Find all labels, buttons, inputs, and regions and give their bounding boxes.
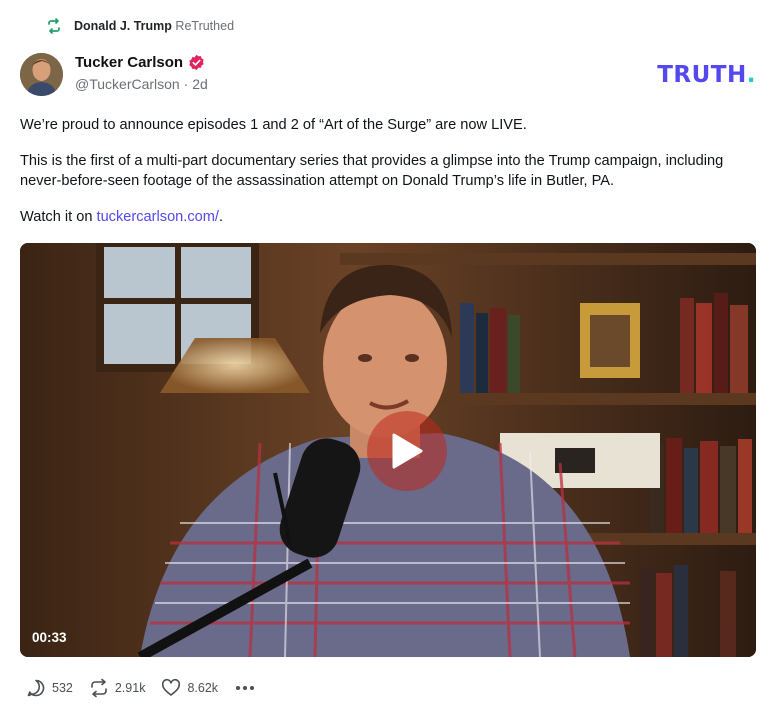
meta-separator: · bbox=[179, 76, 193, 92]
retruth-header: Donald J. Trump ReTruthed bbox=[46, 18, 234, 34]
retruth-action-icon bbox=[91, 678, 107, 698]
post-content: We’re proud to announce episodes 1 and 2… bbox=[20, 115, 760, 242]
author-name[interactable]: Tucker Carlson bbox=[75, 54, 183, 71]
truth-logo[interactable]: TRUTH. bbox=[657, 62, 756, 88]
retruth-icon bbox=[48, 18, 60, 34]
post-paragraph-2: This is the first of a multi-part docume… bbox=[20, 152, 724, 190]
like-count: 8.62k bbox=[187, 681, 219, 695]
post-author: Tucker Carlson @TuckerCarlson · 2d bbox=[75, 54, 208, 92]
more-icon bbox=[236, 686, 255, 690]
heart-icon bbox=[162, 678, 181, 696]
play-icon bbox=[392, 433, 423, 469]
retruth-label: ReTruthed bbox=[175, 19, 235, 33]
avatar[interactable] bbox=[20, 53, 63, 96]
truth-logo-dot: . bbox=[746, 62, 756, 88]
truth-logo-word: TRUTH bbox=[657, 62, 747, 88]
author-handle[interactable]: @TuckerCarlson bbox=[75, 76, 180, 92]
like-button[interactable]: 8.62k bbox=[161, 678, 218, 698]
retruth-button[interactable]: 2.91k bbox=[89, 678, 146, 698]
more-options-button[interactable] bbox=[234, 678, 256, 698]
retruth-count: 2.91k bbox=[114, 681, 146, 695]
tuckercarlson-link[interactable]: tuckercarlson.com/ bbox=[97, 209, 219, 225]
post-paragraph-1: We’re proud to announce episodes 1 and 2… bbox=[20, 117, 527, 133]
video-player[interactable]: 00:33 bbox=[20, 243, 756, 657]
video-duration: 00:33 bbox=[32, 630, 67, 645]
post-actions: 532 2.91k 8.62k bbox=[26, 678, 256, 698]
author-meta: @TuckerCarlson · 2d bbox=[75, 76, 208, 92]
reply-icon bbox=[27, 679, 45, 697]
retruth-user-link[interactable]: Donald J. Trump bbox=[74, 19, 172, 33]
reply-button[interactable]: 532 bbox=[26, 678, 73, 698]
play-button[interactable] bbox=[367, 411, 447, 491]
post-paragraph-3: Watch it on tuckercarlson.com/. bbox=[20, 207, 760, 228]
verified-badge-icon bbox=[189, 54, 204, 71]
reply-count: 532 bbox=[52, 681, 73, 695]
paragraph-3-suffix: . bbox=[218, 208, 224, 225]
paragraph-3-prefix: Watch it on bbox=[20, 208, 97, 225]
post-time[interactable]: 2d bbox=[192, 76, 208, 92]
